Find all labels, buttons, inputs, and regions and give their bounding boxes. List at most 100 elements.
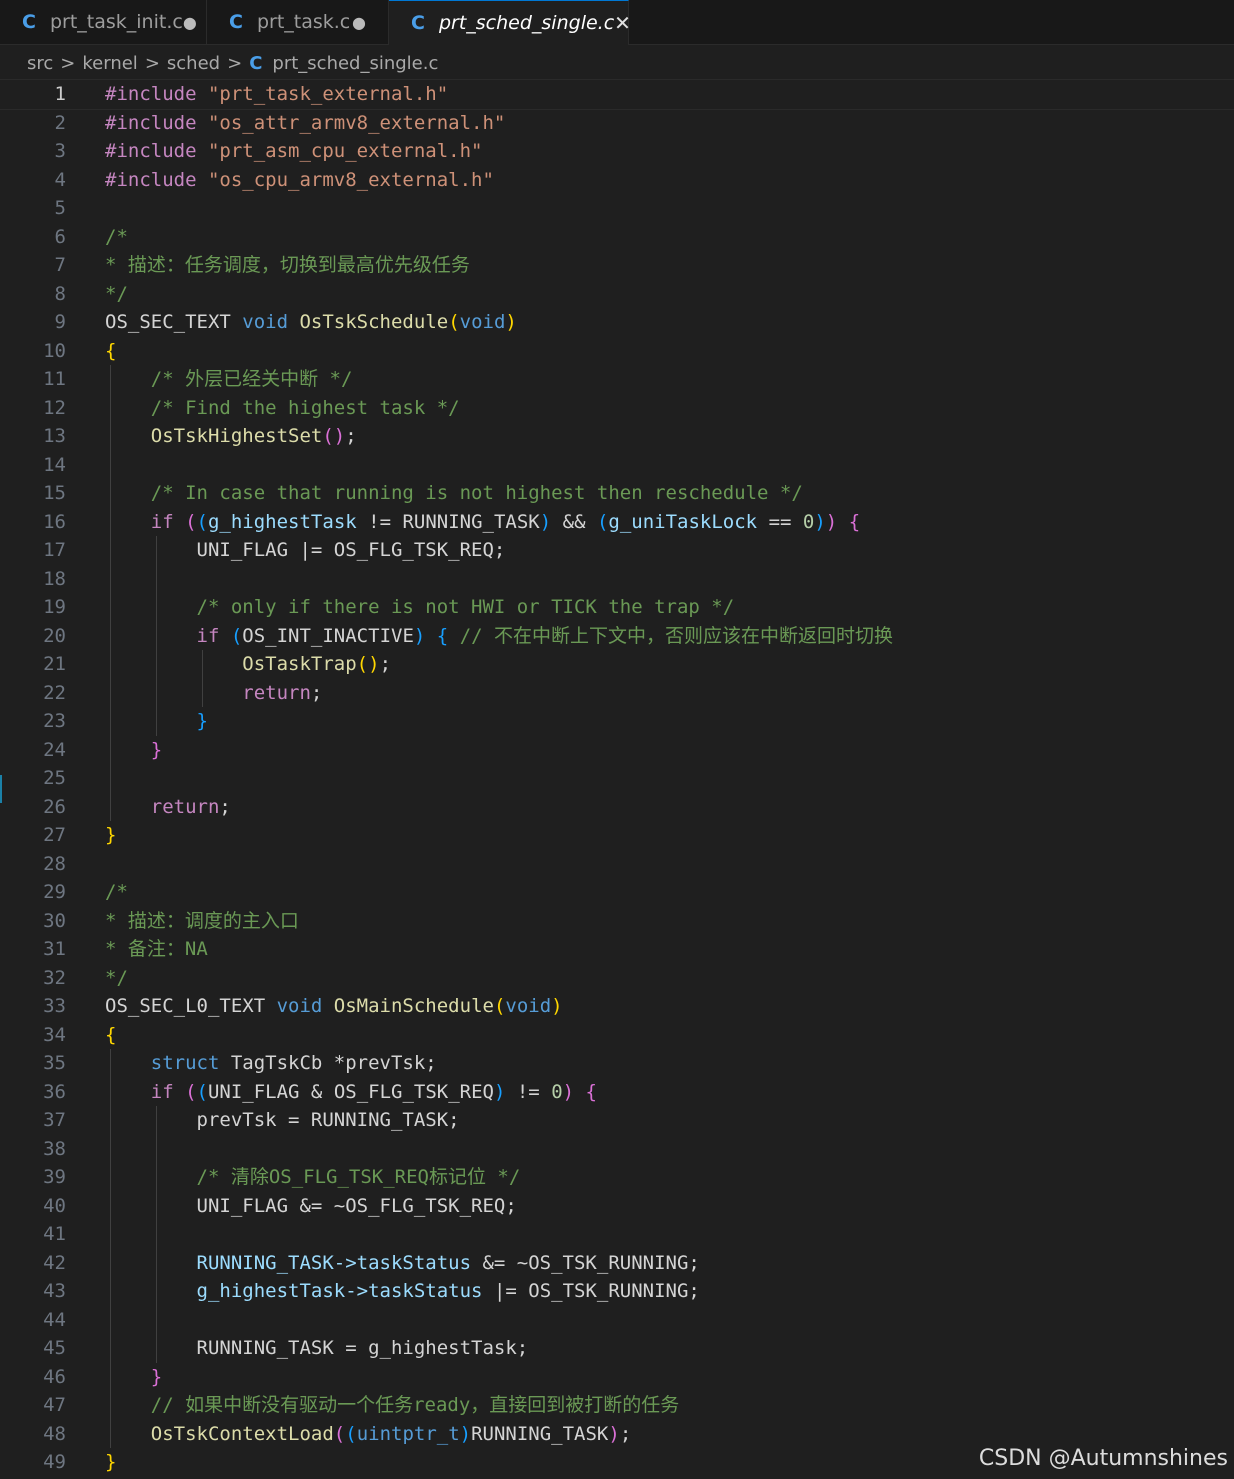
code-line[interactable]: 28 [0,850,1234,879]
code-text: #include "os_attr_armv8_external.h" [105,109,505,138]
code-line[interactable]: 35 struct TagTskCb *prevTsk; [0,1049,1234,1078]
breadcrumb-item-kernel[interactable]: kernel [82,53,137,74]
code-token: } [105,824,117,846]
code-line[interactable]: 37 prevTsk = RUNNING_TASK; [0,1106,1234,1135]
code-line[interactable]: 40 UNI_FLAG &= ~OS_FLG_TSK_REQ; [0,1191,1234,1221]
code-text: RUNNING_TASK->taskStatus &= ~OS_TSK_RUNN… [105,1249,700,1278]
code-line[interactable]: 48 OsTskContextLoad((uintptr_t)RUNNING_T… [0,1419,1234,1448]
code-line[interactable]: 3 #include "prt_asm_cpu_external.h" [0,137,1234,166]
code-line[interactable]: 12 /* Find the highest task */ [0,393,1234,422]
close-icon[interactable]: ✕ [614,11,631,35]
code-line[interactable]: 23 } [0,707,1234,736]
code-line[interactable]: 30 * 描述：调度的主入口 [0,907,1234,936]
code-token: != [505,1080,552,1103]
code-text: { [105,1021,116,1050]
tab-prt-task[interactable]: C prt_task.c ● [207,0,389,44]
code-line[interactable]: 8 */ [0,280,1234,309]
breadcrumb-item-file[interactable]: prt_sched_single.c [272,53,438,74]
code-line[interactable]: 7 * 描述：任务调度，切换到最高优先级任务 [0,251,1234,280]
code-line[interactable]: 41 [0,1220,1234,1249]
code-token: void [505,995,552,1017]
code-line[interactable]: 45 RUNNING_TASK = g_highestTask; [0,1334,1234,1363]
code-token: OS_SEC_L0_TEXT [105,995,277,1017]
chevron-right-icon: > [227,52,243,74]
code-token: != RUNNING_TASK [356,510,540,533]
line-number: 34 [43,1023,66,1046]
indent-guide [110,1305,111,1334]
code-token: */ [105,966,128,989]
line-number: 49 [43,1451,66,1473]
breadcrumb-item-sched[interactable]: sched [167,53,220,74]
code-line[interactable]: 27} [0,821,1234,850]
code-line[interactable]: 44 [0,1305,1234,1334]
code-line[interactable]: 2 #include "os_attr_armv8_external.h" [0,109,1234,138]
tab-prt-sched-single[interactable]: C prt_sched_single.c ✕ [389,0,631,45]
code-token: && [551,510,597,533]
code-line[interactable]: 11 /* 外层已经关中断 */ [0,365,1234,394]
line-number: 7 [54,254,66,276]
code-text: UNI_FLAG &= ~OS_FLG_TSK_REQ; [105,1192,517,1221]
code-token: void [242,311,300,333]
code-text: */ [105,964,128,993]
code-line[interactable]: 25 [0,764,1234,793]
code-line[interactable]: 22 return; [0,678,1234,707]
code-line[interactable]: 19 /* only if there is not HWI or TICK t… [0,593,1234,622]
unsaved-dot-icon[interactable]: ● [352,13,366,32]
code-line[interactable]: 33 OS_SEC_L0_TEXT void OsMainSchedule(voi… [0,992,1234,1021]
code-text: /* In case that running is not highest t… [105,479,803,508]
code-line[interactable]: 20 if (OS_INT_INACTIVE) { // 不在中断上下文中，否则… [0,621,1234,650]
code-line[interactable]: 14 [0,450,1234,479]
code-text: * 备注：NA [105,935,208,964]
code-line[interactable]: 16 if ((g_highestTask != RUNNING_TASK) &… [0,507,1234,536]
code-token: ; [379,653,392,675]
code-line[interactable]: 29 /* [0,878,1234,907]
code-token: } [105,1365,163,1388]
code-line[interactable]: 36 if ((UNI_FLAG & OS_FLG_TSK_REQ) != 0)… [0,1077,1234,1106]
code-token: "prt_task_external.h" [207,83,449,105]
code-line[interactable]: 47 // 如果中断没有驱动一个任务ready，直接回到被打断的任务 [0,1391,1234,1420]
code-token: uintptr_t [356,1422,460,1445]
code-token: return [105,795,220,818]
code-line[interactable]: 9 OS_SEC_TEXT void OsTskSchedule(void) [0,308,1234,337]
code-line[interactable]: 13 OsTskHighestSet(); [0,422,1234,451]
code-token: () [322,425,346,447]
code-line[interactable]: 46 } [0,1362,1234,1391]
code-token: ) [493,1080,506,1103]
code-editor[interactable]: 1 #include "prt_task_external.h" 2 #include… [0,79,1234,1479]
code-token: ( [185,1080,197,1103]
code-text: return; [105,793,231,822]
code-token: OsTskSchedule [299,311,449,333]
line-number: 27 [43,824,66,846]
tab-prt-task-init[interactable]: C prt_task_init.c ● [0,0,207,44]
code-line[interactable]: 31 * 备注：NA [0,935,1234,964]
code-line[interactable]: 6 /* [0,223,1234,252]
code-line[interactable]: 18 [0,564,1234,593]
code-line[interactable]: 4 #include "os_cpu_armv8_external.h" [0,166,1234,195]
code-line[interactable]: 17 UNI_FLAG |= OS_FLG_TSK_REQ; [0,536,1234,565]
code-line[interactable]: 42 RUNNING_TASK->taskStatus &= ~OS_TSK_R… [0,1248,1234,1278]
code-token: #include [105,83,208,105]
code-line[interactable]: 32 */ [0,964,1234,993]
unsaved-dot-icon[interactable]: ● [183,13,197,32]
code-line[interactable]: 39 /* 清除OS_FLG_TSK_REQ标记位 */ [0,1163,1234,1192]
code-line[interactable]: 26 return; [0,792,1234,822]
line-number: 30 [43,909,66,932]
tab-bar: C prt_task_init.c ● C prt_task.c ● C prt… [0,0,1234,45]
code-line[interactable]: 43 g_highestTask->taskStatus |= OS_TSK_R… [0,1277,1234,1306]
code-line[interactable]: 34 { [0,1021,1234,1050]
code-line[interactable]: 21 OsTaskTrap(); [0,650,1234,679]
line-number: 31 [43,938,66,960]
code-line[interactable]: 24 } [0,735,1234,764]
code-line[interactable]: 15 /* In case that running is not highes… [0,479,1234,508]
code-line[interactable]: 38 [0,1134,1234,1163]
breadcrumb: src > kernel > sched > C prt_sched_singl… [0,45,1234,81]
code-text: #include "os_cpu_armv8_external.h" [105,166,494,195]
code-line[interactable]: 5 [0,194,1234,223]
code-text: /* 清除OS_FLG_TSK_REQ标记位 */ [105,1163,521,1192]
breadcrumb-item-src[interactable]: src [27,53,53,74]
code-token: * 备注：NA [105,938,208,960]
code-line[interactable]: 1 #include "prt_task_external.h" [0,79,1234,110]
code-token: ) [562,1080,575,1103]
code-line[interactable]: 10 { [0,337,1234,366]
